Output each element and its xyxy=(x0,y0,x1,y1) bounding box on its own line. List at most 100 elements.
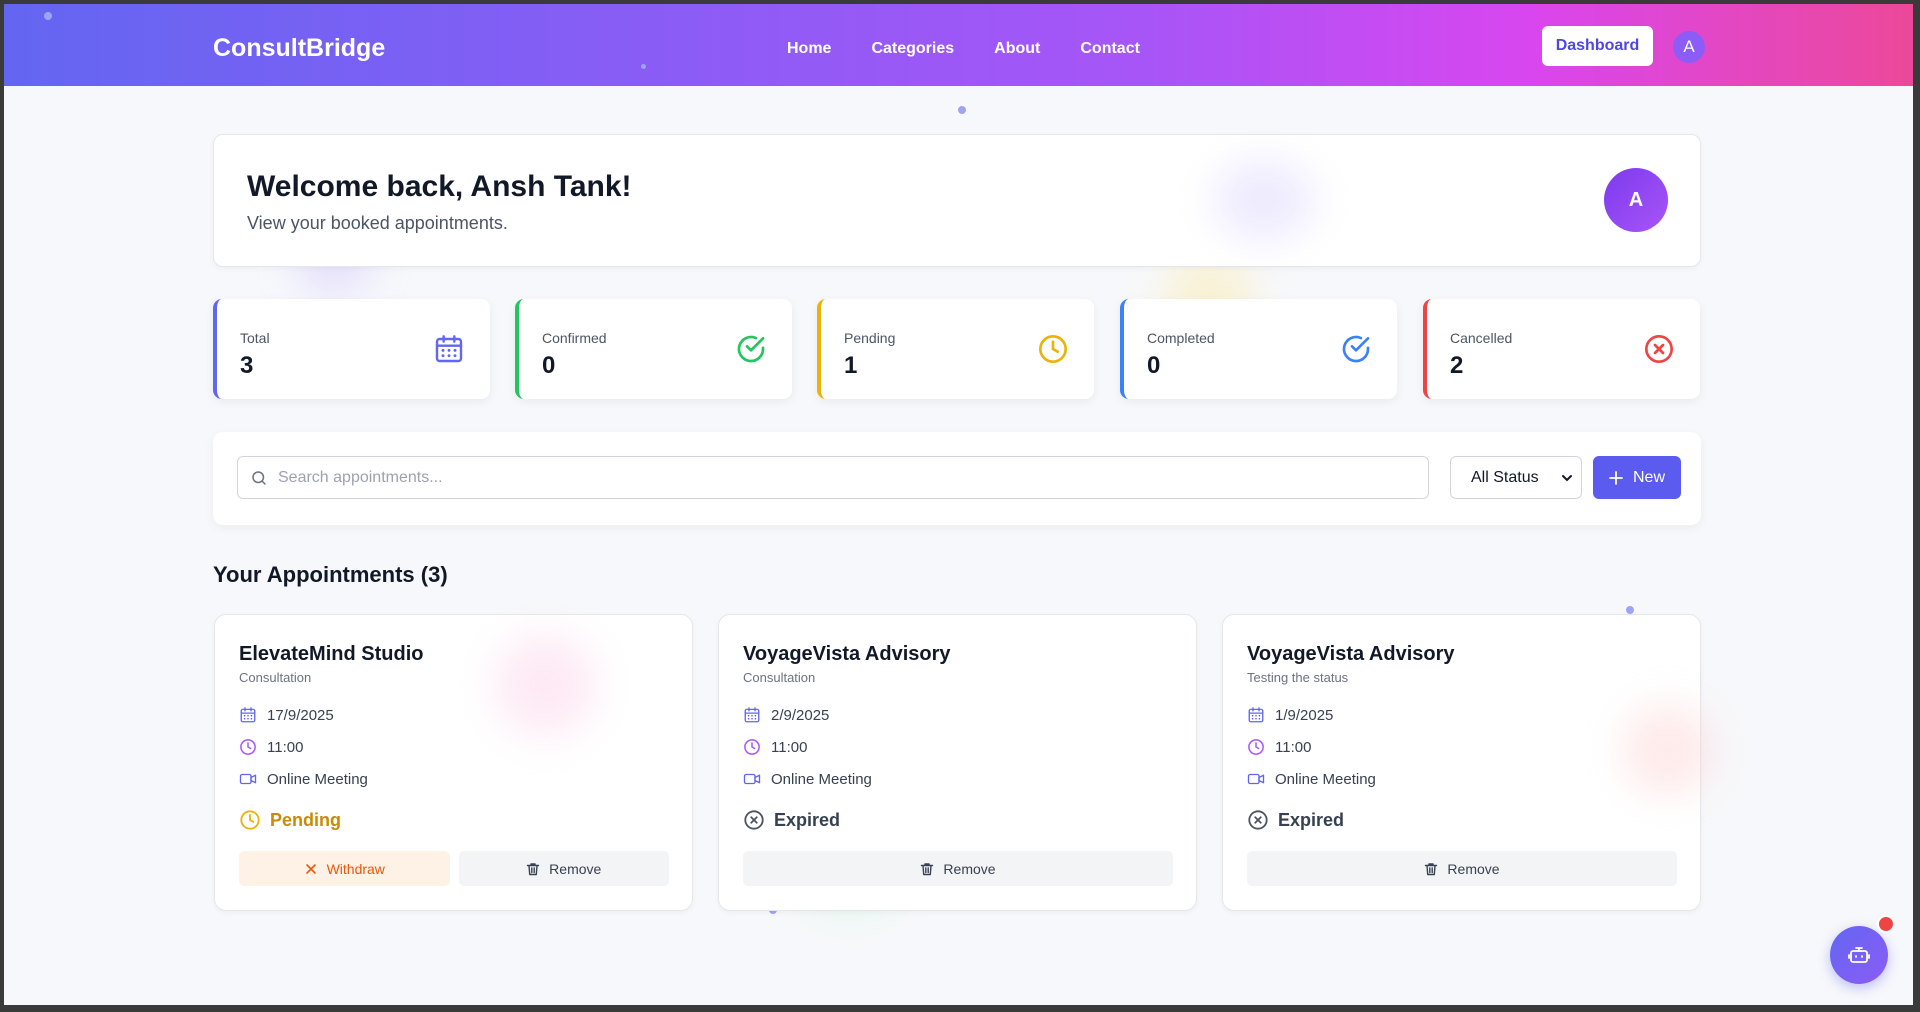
calendar-icon xyxy=(1248,707,1264,723)
mode-text: Online Meeting xyxy=(267,770,368,788)
video-icon xyxy=(743,773,761,785)
remove-button[interactable]: Remove xyxy=(458,851,669,886)
stat-label: Pending xyxy=(844,330,896,346)
appointments-heading: Your Appointments (3) xyxy=(213,562,448,587)
plus-icon xyxy=(1609,470,1623,485)
time-text: 11:00 xyxy=(771,738,808,756)
appointment-name: VoyageVista Advisory xyxy=(743,643,951,665)
clock-icon xyxy=(240,739,256,755)
remove-label: Remove xyxy=(1447,860,1500,877)
status-filter-select[interactable]: All Status xyxy=(1450,456,1582,499)
decorative-dot xyxy=(44,12,52,20)
stat-value: 0 xyxy=(1147,352,1161,379)
chatbot-button[interactable] xyxy=(1830,926,1888,984)
appointment-time: 11:00 xyxy=(1247,738,1311,756)
clock-icon xyxy=(1039,335,1067,363)
search-input[interactable] xyxy=(278,457,1418,498)
date-text: 17/9/2025 xyxy=(267,706,334,724)
check-circle-icon xyxy=(737,335,765,363)
status-badge: Expired xyxy=(1247,809,1344,831)
decorative-dot xyxy=(641,64,646,69)
appointment-time: 11:00 xyxy=(743,738,807,756)
remove-button[interactable]: Remove xyxy=(1247,851,1677,886)
time-text: 11:00 xyxy=(267,738,304,756)
status-badge: Expired xyxy=(743,809,840,831)
date-text: 2/9/2025 xyxy=(771,706,830,724)
remove-label: Remove xyxy=(549,860,602,877)
stat-value: 2 xyxy=(1450,352,1464,379)
dashboard-button[interactable]: Dashboard xyxy=(1542,26,1653,66)
stat-card-confirmed: Confirmed 0 xyxy=(515,299,792,399)
decorative-blob xyxy=(1623,705,1713,795)
robot-icon xyxy=(1848,947,1870,963)
stat-label: Total xyxy=(240,330,270,346)
appointment-type: Consultation xyxy=(743,670,816,685)
new-appointment-button[interactable]: New xyxy=(1593,456,1681,499)
new-button-label: New xyxy=(1632,468,1665,486)
decorative-dot xyxy=(958,106,966,114)
mode-text: Online Meeting xyxy=(1275,770,1376,788)
nav-link-about[interactable]: About xyxy=(994,40,1040,58)
filter-bar: All Status New xyxy=(213,432,1701,525)
check-circle-icon xyxy=(1342,335,1370,363)
time-text: 11:00 xyxy=(1275,738,1312,756)
withdraw-button[interactable]: Withdraw xyxy=(239,851,450,886)
stat-card-pending: Pending 1 xyxy=(817,299,1094,399)
search-icon xyxy=(252,471,266,485)
remove-label: Remove xyxy=(943,860,996,877)
decorative-blob xyxy=(1214,160,1314,240)
status-text: Expired xyxy=(1278,809,1345,830)
appointment-actions: Withdraw Remove xyxy=(239,851,669,886)
calendar-icon xyxy=(435,335,463,363)
status-badge: Pending xyxy=(239,809,341,831)
x-circle-icon xyxy=(1248,810,1268,830)
appointment-card: VoyageVista Advisory Consultation 2/9/20… xyxy=(718,614,1197,911)
user-avatar[interactable]: A xyxy=(1673,31,1705,63)
appointment-date: 17/9/2025 xyxy=(239,706,334,724)
top-navbar: ConsultBridge Home Categories About Cont… xyxy=(4,4,1913,86)
calendar-icon xyxy=(744,707,760,723)
clock-icon xyxy=(240,810,260,830)
status-text: Expired xyxy=(774,809,841,830)
trash-icon xyxy=(1425,862,1438,875)
nav-link-categories[interactable]: Categories xyxy=(871,40,954,58)
video-icon xyxy=(239,773,257,785)
calendar-icon xyxy=(240,707,256,723)
x-circle-icon xyxy=(744,810,764,830)
nav-link-contact[interactable]: Contact xyxy=(1080,40,1140,58)
nav-link-home[interactable]: Home xyxy=(787,40,831,58)
appointment-type: Testing the status xyxy=(1247,670,1349,685)
trash-icon xyxy=(921,862,934,875)
welcome-card: Welcome back, Ansh Tank! View your booke… xyxy=(213,134,1701,267)
decorative-blob xyxy=(495,635,595,735)
appointment-type: Consultation xyxy=(239,670,312,685)
app-viewport: ConsultBridge Home Categories About Cont… xyxy=(4,4,1913,1005)
nav-links: Home Categories About Contact xyxy=(787,40,1140,58)
remove-button[interactable]: Remove xyxy=(743,851,1173,886)
brand-logo[interactable]: ConsultBridge xyxy=(213,34,385,63)
close-icon xyxy=(305,863,316,874)
x-circle-icon xyxy=(1645,335,1673,363)
stat-card-total: Total 3 xyxy=(213,299,490,399)
appointment-card: ElevateMind Studio Consultation 17/9/202… xyxy=(214,614,693,911)
appointment-date: 2/9/2025 xyxy=(743,706,829,724)
profile-avatar[interactable]: A xyxy=(1604,168,1668,232)
appointment-mode: Online Meeting xyxy=(743,770,872,788)
appointment-name: ElevateMind Studio xyxy=(239,643,424,665)
welcome-subtitle: View your booked appointments. xyxy=(247,213,508,233)
stat-value: 3 xyxy=(240,352,254,379)
mode-text: Online Meeting xyxy=(771,770,872,788)
stat-card-cancelled: Cancelled 2 xyxy=(1423,299,1700,399)
stat-label: Confirmed xyxy=(542,330,607,346)
status-filter-value: All Status xyxy=(1471,468,1539,486)
chevron-down-icon xyxy=(1562,475,1572,482)
search-box[interactable] xyxy=(237,456,1429,499)
appointment-actions: Remove xyxy=(1247,851,1677,886)
status-text: Pending xyxy=(270,809,341,830)
appointment-card: VoyageVista Advisory Testing the status … xyxy=(1222,614,1713,911)
stat-card-completed: Completed 0 xyxy=(1120,299,1397,399)
appointment-time: 11:00 xyxy=(239,738,303,756)
withdraw-label: Withdraw xyxy=(326,860,385,877)
appointment-mode: Online Meeting xyxy=(239,770,368,788)
date-text: 1/9/2025 xyxy=(1275,706,1334,724)
